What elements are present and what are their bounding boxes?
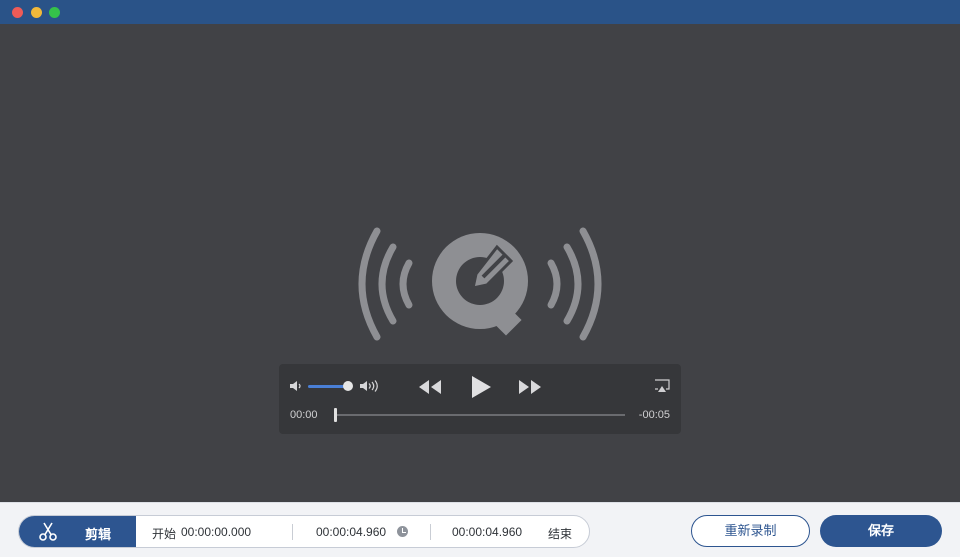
volume-low-icon[interactable] (289, 379, 303, 393)
airplay-icon[interactable] (654, 379, 670, 393)
current-time: 00:00 (290, 409, 318, 421)
window-maximize-button[interactable] (49, 7, 60, 18)
trim-button[interactable]: 剪辑 (19, 516, 136, 547)
window-close-button[interactable] (12, 7, 23, 18)
window-titlebar (0, 0, 960, 24)
scissors-icon (39, 522, 57, 541)
end-time-field[interactable]: 00:00:04.960 (452, 525, 522, 539)
fast-forward-icon[interactable] (518, 379, 542, 395)
bottom-toolbar: 剪辑 开始 00:00:00.000 00:00:04.960 00:00:04… (0, 502, 960, 557)
save-button[interactable]: 保存 (820, 515, 942, 547)
volume-high-icon[interactable] (359, 379, 381, 393)
remaining-time: -00:05 (638, 409, 670, 421)
quicktime-logo-icon (358, 227, 602, 341)
rerecord-button[interactable]: 重新录制 (691, 515, 810, 547)
progress-playhead[interactable] (334, 408, 337, 422)
play-icon[interactable] (470, 375, 492, 399)
duration-field[interactable]: 00:00:04.960 (316, 525, 386, 539)
start-label: 开始 (152, 527, 177, 541)
playback-controls: 00:00 -00:05 (279, 364, 681, 434)
clock-icon[interactable] (397, 526, 408, 537)
trim-panel: 剪辑 开始 00:00:00.000 00:00:04.960 00:00:04… (18, 515, 590, 548)
window-minimize-button[interactable] (31, 7, 42, 18)
end-label: 结束 (548, 527, 573, 541)
trim-label: 剪辑 (85, 527, 112, 542)
progress-scrubber[interactable] (335, 414, 625, 416)
rewind-icon[interactable] (418, 379, 442, 395)
divider (292, 524, 293, 540)
volume-slider-knob[interactable] (343, 381, 353, 391)
start-time-field[interactable]: 00:00:00.000 (181, 525, 251, 539)
divider (430, 524, 431, 540)
video-area[interactable]: 00:00 -00:05 (0, 24, 960, 502)
